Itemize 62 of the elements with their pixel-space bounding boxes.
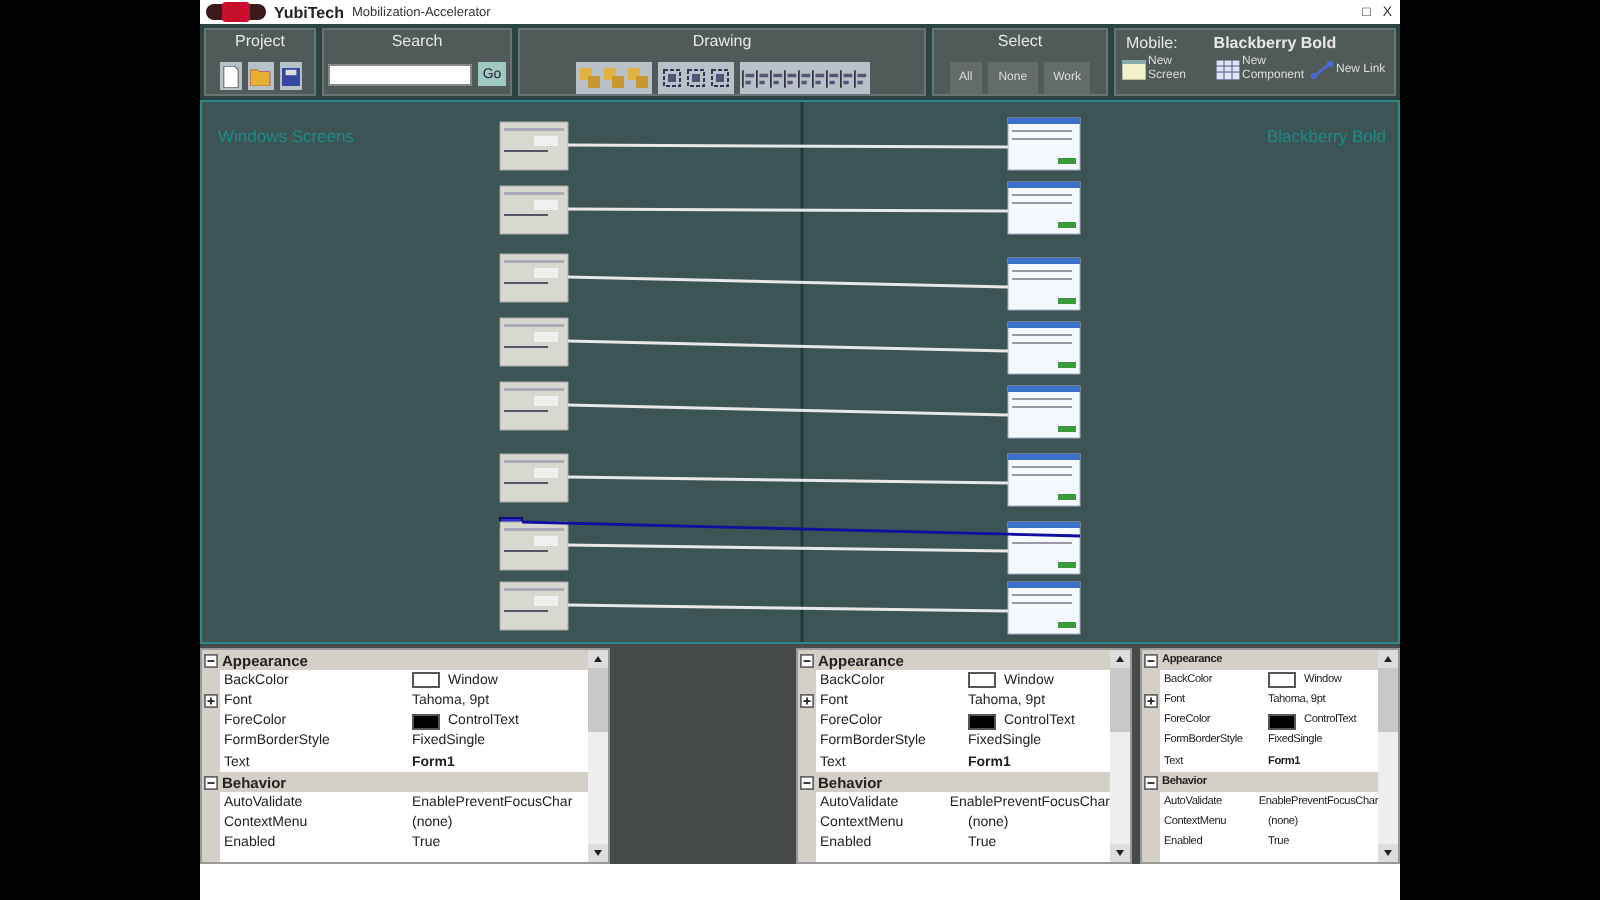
scrollbar[interactable] xyxy=(588,650,608,862)
form-thumbnail[interactable] xyxy=(499,185,569,235)
collapse-icon[interactable] xyxy=(204,653,218,668)
scroll-down-icon[interactable] xyxy=(588,844,608,862)
connector-line[interactable] xyxy=(568,475,1008,485)
connector-line[interactable] xyxy=(567,339,1009,353)
link-icon xyxy=(1310,60,1334,80)
form-thumbnail[interactable] xyxy=(499,253,569,303)
group-title: Search xyxy=(391,30,443,52)
app-name: YubiTech xyxy=(274,3,344,21)
form-thumbnail[interactable] xyxy=(499,121,569,171)
form-thumbnail[interactable] xyxy=(499,453,569,503)
collapse-icon[interactable] xyxy=(204,775,218,790)
connector-line[interactable] xyxy=(568,603,1008,613)
phone-screen-thumbnail[interactable] xyxy=(1007,581,1081,635)
connector-line[interactable] xyxy=(568,207,1008,213)
expand-icon[interactable] xyxy=(800,693,814,708)
connector-line[interactable] xyxy=(568,143,1008,149)
connector-line[interactable] xyxy=(567,403,1009,417)
form-thumbnail[interactable] xyxy=(499,517,569,571)
grid-icon[interactable] xyxy=(683,64,707,92)
phone-screen-thumbnail[interactable] xyxy=(1007,385,1081,439)
phone-screen-thumbnail[interactable] xyxy=(1007,453,1081,507)
phone-screen-thumbnail[interactable] xyxy=(1007,521,1081,575)
folder-icon[interactable] xyxy=(247,62,273,90)
phone-screen-thumbnail[interactable] xyxy=(1007,321,1081,375)
scrollbar[interactable] xyxy=(1378,650,1398,862)
collapse-icon[interactable] xyxy=(1144,653,1158,668)
scroll-down-icon[interactable] xyxy=(1378,844,1398,862)
mobile-label: Mobile: xyxy=(1126,34,1178,52)
expand-icon[interactable] xyxy=(1144,693,1158,708)
window-icon xyxy=(1122,60,1146,80)
scroll-up-icon[interactable] xyxy=(1110,650,1130,668)
new-file-icon[interactable] xyxy=(219,62,241,90)
phone-screen-thumbnail[interactable] xyxy=(1007,181,1081,235)
search-field[interactable] xyxy=(328,63,473,85)
scrollbar[interactable] xyxy=(1110,650,1130,862)
collapse-icon[interactable] xyxy=(800,775,814,790)
group-title: Project xyxy=(235,30,285,52)
connector-line[interactable] xyxy=(567,275,1009,289)
phone-screen-thumbnail[interactable] xyxy=(1007,257,1081,311)
selected-connector-line[interactable] xyxy=(521,520,1081,538)
group-title: Drawing xyxy=(692,30,752,52)
group-title: Select xyxy=(997,30,1043,52)
collapse-icon[interactable] xyxy=(800,653,814,668)
table-icon xyxy=(1216,60,1240,80)
device-name: Blackberry Bold xyxy=(1213,34,1337,52)
logo-icon xyxy=(206,2,266,22)
expand-icon[interactable] xyxy=(204,693,218,708)
connector-line[interactable] xyxy=(568,543,1008,553)
scroll-down-icon[interactable] xyxy=(1110,844,1130,862)
scroll-up-icon[interactable] xyxy=(588,650,608,668)
form-thumbnail[interactable] xyxy=(499,317,569,367)
align-icon[interactable] xyxy=(741,64,755,92)
phone-screen-thumbnail[interactable] xyxy=(1007,117,1081,171)
grid-icon[interactable] xyxy=(659,64,683,92)
scroll-up-icon[interactable] xyxy=(1378,650,1398,668)
save-icon[interactable] xyxy=(279,62,301,90)
grid-icon[interactable] xyxy=(707,64,731,92)
form-thumbnail[interactable] xyxy=(499,581,569,631)
form-thumbnail[interactable] xyxy=(499,381,569,431)
collapse-icon[interactable] xyxy=(1144,775,1158,790)
